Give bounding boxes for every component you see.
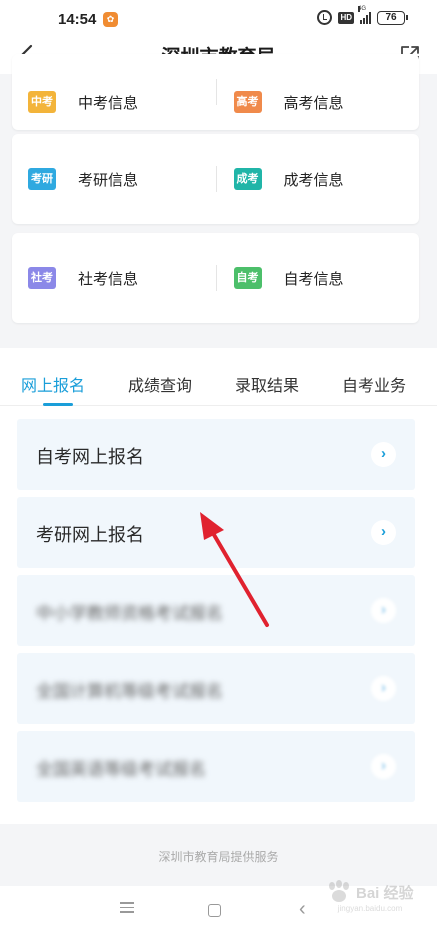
status-time: 14:54 [58,11,97,28]
info-item-label: 中考信息 [78,94,139,112]
home-button[interactable] [208,904,221,917]
info-item-kaoyan[interactable]: 考研 考研信息 [12,134,216,224]
hd-icon: HD [338,11,354,24]
info-item-label: 考研信息 [78,171,139,189]
tab-score-inquiry[interactable]: 成绩查询 [128,372,192,396]
watermark-url: jingyan.baidu.com [337,904,403,913]
info-item-label: 自考信息 [283,270,344,288]
chevron-right-icon: › [371,442,396,467]
gaokao-tag-icon: 高考 [233,91,262,113]
signal-icon: 4G [358,5,371,24]
list-item-label: 自考网上报名 [36,447,144,467]
baidu-jingyan-watermark: Bai 经验 jingyan.baidu.com [322,880,418,918]
info-item-shekao[interactable]: 社考 社考信息 [12,233,216,323]
info-card-row-3: 社考 社考信息 自考 自考信息 [12,233,419,323]
paw-logo-icon [329,880,349,902]
info-item-label: 高考信息 [283,94,344,112]
watermark-text: Bai 经验 [356,885,414,902]
battery-icon: 76 [377,10,408,25]
info-item-zhongkao[interactable]: 中考 中考信息 [12,54,216,130]
list-item-computer-rank-exam[interactable]: 全国计算机等级考试报名 › [17,653,415,724]
service-tabs: 网上报名 成绩查询 录取结果 自考业务 [0,354,437,406]
registration-list: 自考网上报名 › 考研网上报名 › 中小学教师资格考试报名 › 全国计算机等级考… [0,406,437,824]
zikao-tag-icon: 自考 [233,267,262,289]
chengkao-tag-icon: 成考 [233,168,262,190]
list-item-zikao-registration[interactable]: 自考网上报名 › [17,419,415,490]
info-item-label: 社考信息 [78,270,139,288]
tab-self-study-exam[interactable]: 自考业务 [342,372,406,396]
alarm-icon [317,10,333,25]
list-item-kaoyan-registration[interactable]: 考研网上报名 › [17,497,415,568]
info-item-label: 成考信息 [283,171,344,189]
system-back-button[interactable]: ‹ [299,898,306,921]
status-icons: HD 4G 76 [317,5,408,25]
recent-apps-button[interactable] [120,902,134,916]
list-item-teacher-qualification[interactable]: 中小学教师资格考试报名 › [17,575,415,646]
info-item-zikao[interactable]: 自考 自考信息 [216,233,420,323]
exam-info-section: 中考 中考信息 高考 高考信息 考研 考研信息 成考 成考信息 社考 社考信息 … [0,54,437,348]
info-card-row-2: 考研 考研信息 成考 成考信息 [12,134,419,224]
list-item-label: 全国英语等级考试报名 [36,760,206,779]
network-type-label: 4G [358,5,367,12]
tab-admission-results[interactable]: 录取结果 [235,372,299,396]
info-item-chengkao[interactable]: 成考 成考信息 [216,134,420,224]
footer: 深圳市教育局提供服务 [0,824,437,886]
info-card-row-1: 中考 中考信息 高考 高考信息 [12,54,419,130]
list-item-label: 全国计算机等级考试报名 [36,682,223,701]
list-item-label: 考研网上报名 [36,525,144,545]
footer-provider-text: 深圳市教育局提供服务 [158,850,279,864]
zhongkao-tag-icon: 中考 [28,91,56,113]
shekao-tag-icon: 社考 [28,267,56,289]
info-item-gaokao[interactable]: 高考 高考信息 [216,54,420,130]
notification-app-icon: ✿ [103,12,118,27]
kaoyan-tag-icon: 考研 [28,168,56,190]
status-bar: 14:54 ✿ HD 4G 76 [0,0,437,38]
chevron-right-icon: › [371,676,396,701]
chevron-right-icon: › [371,598,396,623]
list-item-english-rank-exam[interactable]: 全国英语等级考试报名 › [17,731,415,802]
tab-online-registration[interactable]: 网上报名 [21,372,85,396]
list-item-label: 中小学教师资格考试报名 [36,604,223,623]
chevron-right-icon: › [371,520,396,545]
chevron-right-icon: › [371,754,396,779]
